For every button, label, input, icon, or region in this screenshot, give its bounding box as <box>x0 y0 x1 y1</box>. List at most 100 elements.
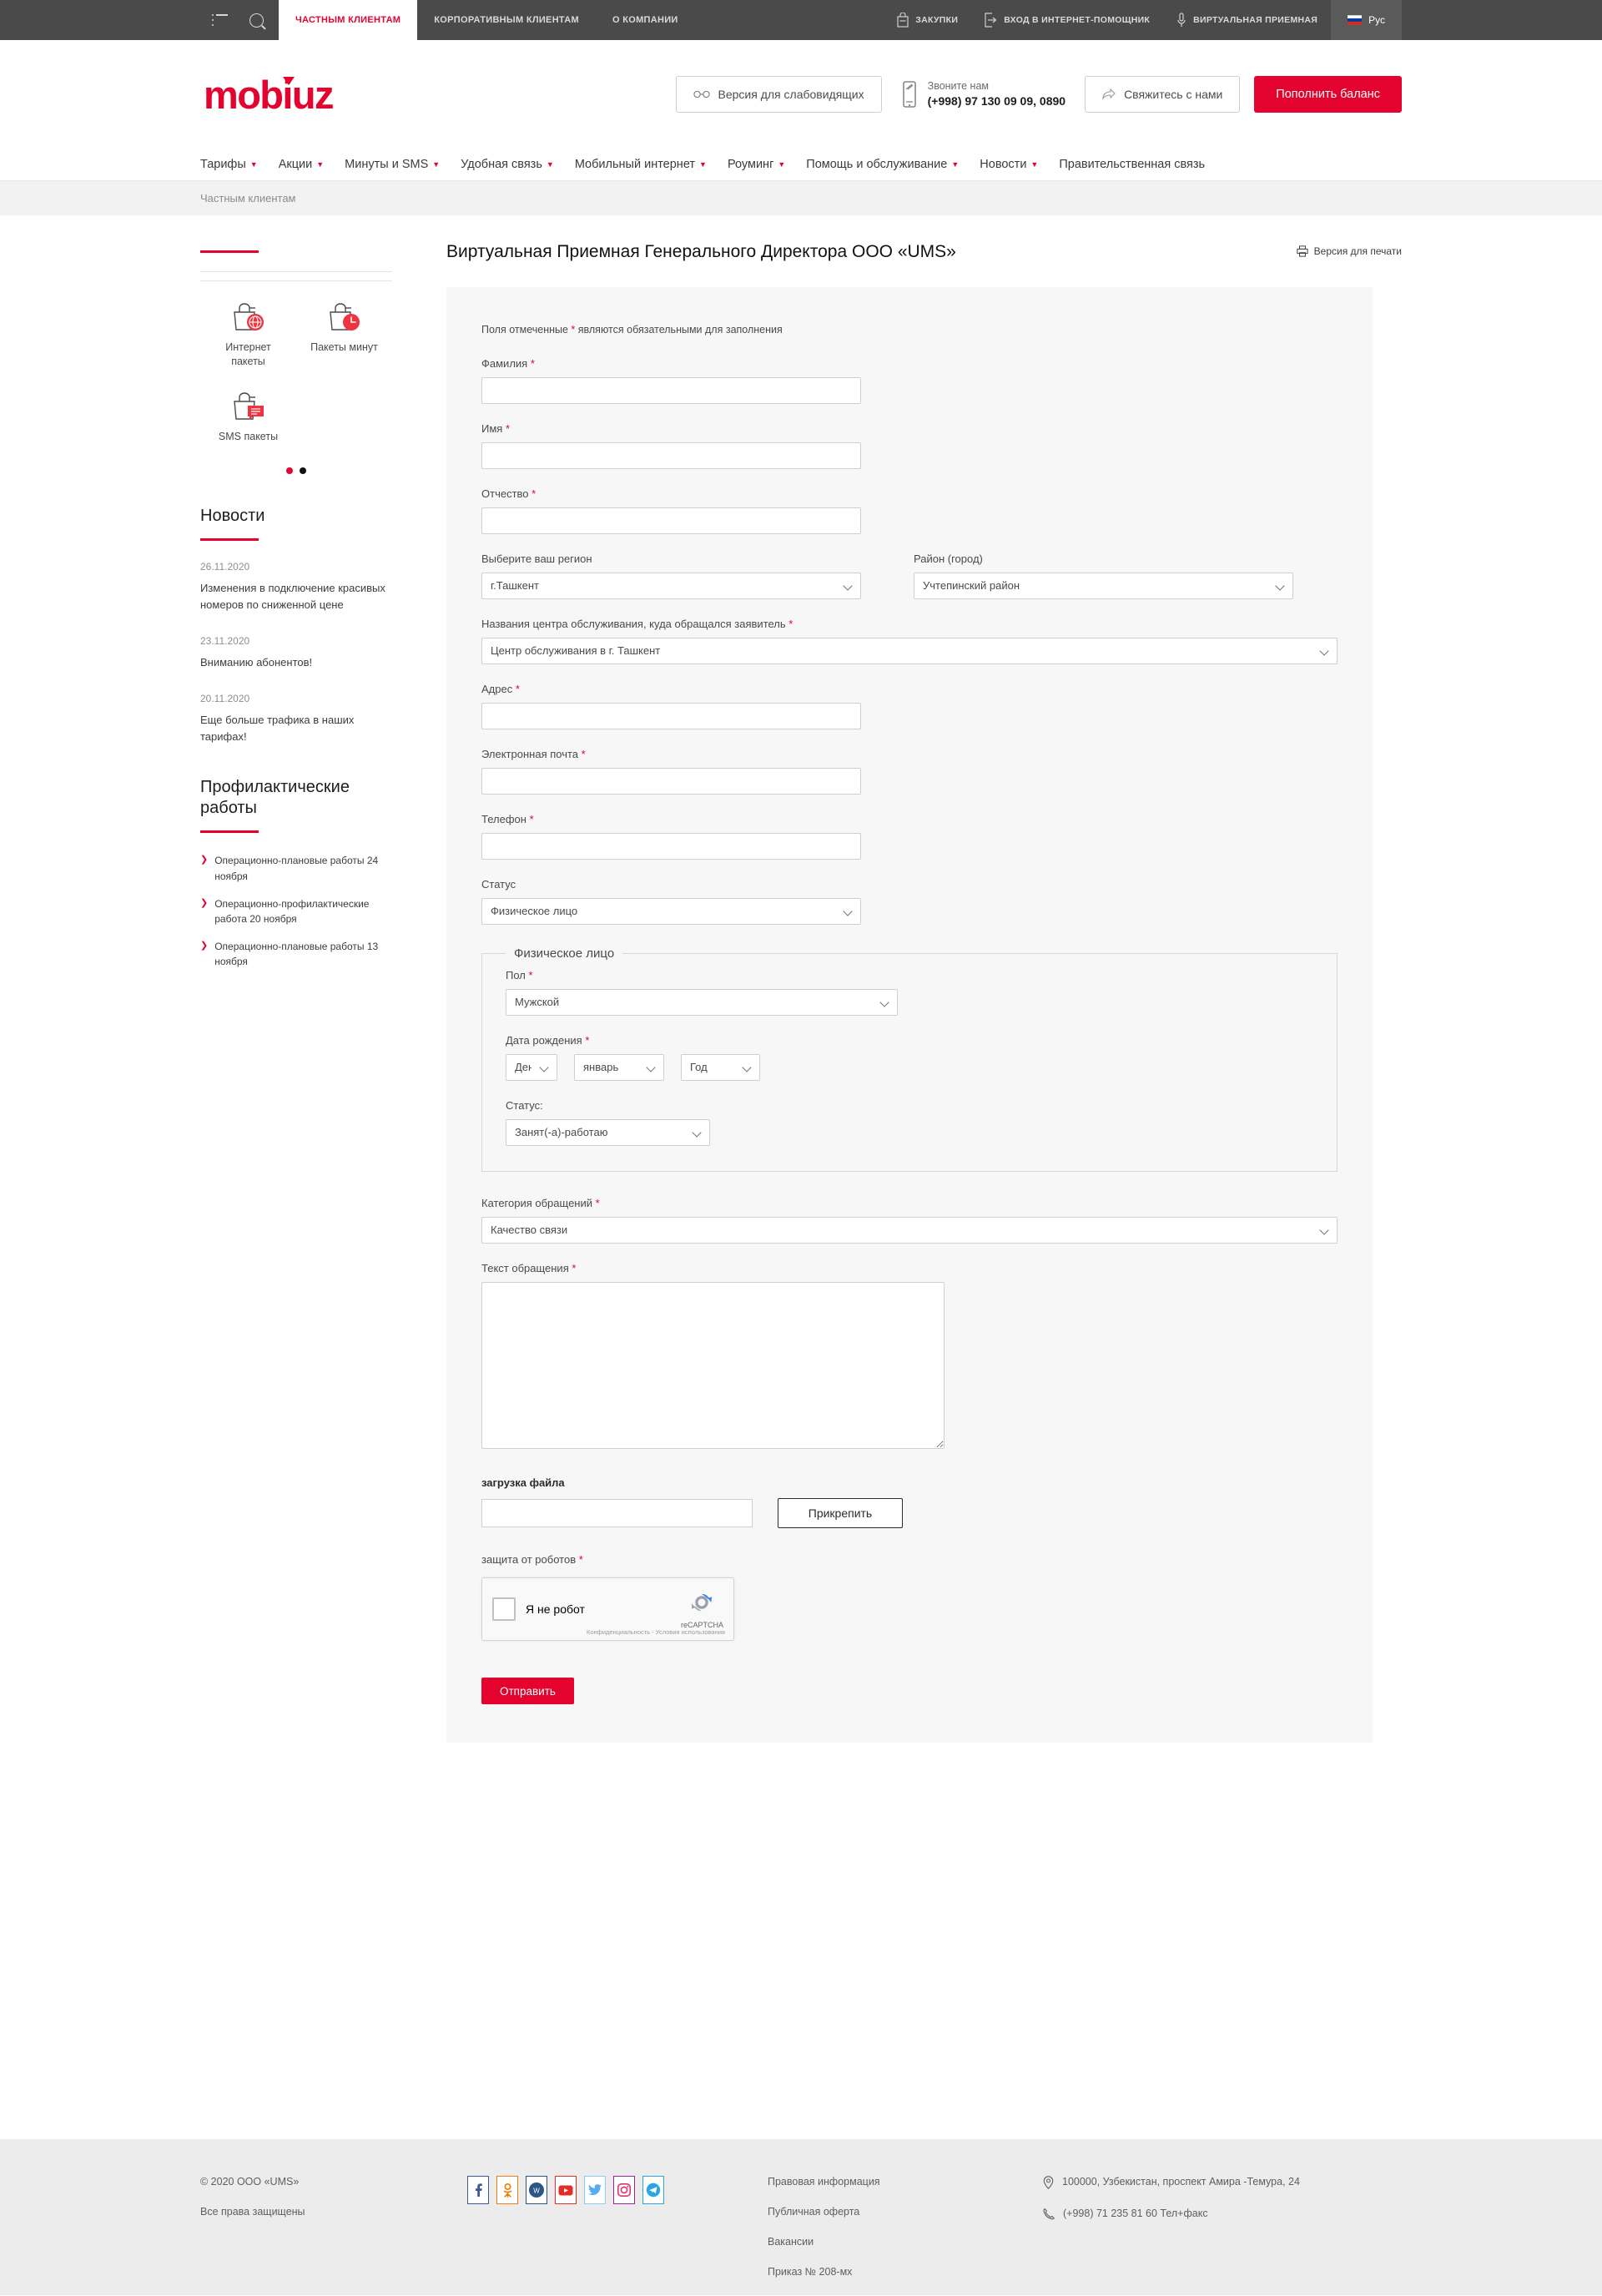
nav-item-news[interactable]: Новости ▼ <box>980 158 1038 171</box>
field-address: Адрес * <box>481 683 1338 729</box>
maintenance-list-item[interactable]: ❯ Операционно-плановые работы 13 ноября <box>200 939 392 970</box>
print-version-link[interactable]: Версия для печати <box>1297 242 1402 257</box>
language-switcher[interactable]: Рус <box>1331 0 1402 40</box>
gender-select[interactable]: Мужской <box>506 989 898 1016</box>
region-select[interactable]: г.Ташкент <box>481 573 861 599</box>
header-phone-number[interactable]: (+998) 97 130 09 09, 0890 <box>928 93 1065 109</box>
address-input[interactable] <box>481 703 861 729</box>
logo-text: mobiuz <box>204 72 334 117</box>
nav-item-mobile-internet[interactable]: Мобильный интернет ▼ <box>575 158 707 171</box>
tab-about-company[interactable]: О КОМПАНИИ <box>596 0 695 40</box>
file-upload-label: загрузка файла <box>481 1476 565 1489</box>
maintenance-list-item[interactable]: ❯ Операционно-плановые работы 24 ноября <box>200 853 392 884</box>
carousel-dot-2[interactable] <box>300 467 306 474</box>
nav-item-government-communication[interactable]: Правительственная связь <box>1059 158 1205 171</box>
promo-minutes-packages[interactable]: Пакеты минут <box>296 301 392 369</box>
call-us-label: Звоните нам <box>927 80 989 93</box>
name-input[interactable] <box>481 442 861 469</box>
region-label: Выберите ваш регион <box>481 553 592 565</box>
nav-item-convenient-communication[interactable]: Удобная связь ▼ <box>461 158 554 171</box>
tab-private-clients[interactable]: ЧАСТНЫМ КЛИЕНТАМ <box>279 0 418 40</box>
telegram-icon[interactable] <box>642 2176 664 2204</box>
dob-day-select[interactable]: День <box>506 1054 557 1081</box>
file-name-input[interactable] <box>481 1499 753 1527</box>
status-select[interactable]: Физическое лицо <box>481 898 861 925</box>
nav-item-tariffs[interactable]: Тарифы ▼ <box>200 158 258 171</box>
carousel-dot-1[interactable] <box>286 467 293 474</box>
news-date: 26.11.2020 <box>200 560 250 573</box>
nav-item-roaming[interactable]: Роуминг ▼ <box>728 158 785 171</box>
captcha-label: защита от роботов * <box>481 1553 1338 1566</box>
news-list-item: 23.11.2020 Вниманию абонентов! <box>200 635 392 671</box>
promo-sms-packages[interactable]: SMS пакеты <box>200 391 296 444</box>
vk-icon[interactable]: W <box>526 2176 547 2204</box>
nav-item-help-service[interactable]: Помощь и обслуживание ▼ <box>806 158 959 171</box>
recaptcha-fineprint[interactable]: Конфиденциальность - Условия использован… <box>587 1628 725 1636</box>
field-region-district-row: Выберите ваш регион г.Ташкент Район (гор… <box>481 553 1338 599</box>
instagram-icon[interactable] <box>613 2176 635 2204</box>
maintenance-list-item[interactable]: ❯ Операционно-профилактические работа 20… <box>200 896 392 927</box>
nav-label: Удобная связь <box>461 158 542 171</box>
field-name: Имя * <box>481 422 1338 469</box>
field-captcha: защита от роботов * Я не робот reCAPTCHA <box>481 1553 1338 1641</box>
promo-carousel: Интернет пакеты Пакеты минут SMS пакеты <box>200 301 392 466</box>
footer-link-vacancies[interactable]: Вакансии <box>768 2236 1043 2248</box>
field-status: Статус Физическое лицо <box>481 878 1338 925</box>
surname-input[interactable] <box>481 377 861 404</box>
logo-accent-mark <box>283 76 295 85</box>
topbar-link-procurement[interactable]: ЗАКУПКИ <box>884 0 971 40</box>
accessibility-version-button[interactable]: Версия для слабовидящих <box>675 76 882 113</box>
dob-year-select[interactable]: Год <box>681 1054 760 1081</box>
printer-icon <box>1297 245 1308 257</box>
nav-label: Роуминг <box>727 158 774 171</box>
topbar-link-label: ВХОД В ИНТЕРНЕТ-ПОМОЩНИК <box>1004 15 1151 25</box>
phone-input[interactable] <box>481 833 861 860</box>
news-title[interactable]: Еще больше трафика в наших тарифах! <box>200 712 392 745</box>
dob-month-select[interactable]: январь <box>574 1054 664 1081</box>
news-title[interactable]: Вниманию абонентов! <box>200 654 392 671</box>
category-select-wrap: Качество связи <box>481 1217 1338 1244</box>
required-asterisk: * <box>505 422 511 435</box>
nav-item-promotions[interactable]: Акции ▼ <box>279 158 324 171</box>
odnoklassniki-icon[interactable] <box>496 2176 518 2204</box>
glasses-icon <box>693 90 710 98</box>
patronymic-input[interactable] <box>481 507 861 534</box>
burger-menu-icon[interactable] <box>212 14 228 26</box>
twitter-icon[interactable] <box>584 2176 606 2204</box>
phone-label-text: Телефон <box>481 813 526 825</box>
site-logo[interactable]: mobiuz <box>204 72 334 117</box>
promo-internet-packages[interactable]: Интернет пакеты <box>200 301 296 369</box>
youtube-icon[interactable] <box>555 2176 577 2204</box>
footer-link-order[interactable]: Приказ № 208-мх <box>768 2266 1043 2278</box>
footer-link-legal[interactable]: Правовая информация <box>768 2176 1043 2188</box>
facebook-icon[interactable] <box>467 2176 489 2204</box>
recaptcha-branding: reCAPTCHA <box>681 1590 723 1629</box>
topup-balance-button[interactable]: Пополнить баланс <box>1254 76 1402 113</box>
tab-corporate-clients[interactable]: КОРПОРАТИВНЫМ КЛИЕНТАМ <box>417 0 596 40</box>
virtual-reception-form: Поля отмеченные * являются обязательными… <box>446 287 1373 1743</box>
nav-label: Новости <box>980 158 1027 171</box>
contact-us-button[interactable]: Свяжитесь с нами <box>1085 76 1241 113</box>
email-input[interactable] <box>481 768 861 795</box>
category-select[interactable]: Качество связи <box>481 1217 1338 1244</box>
message-textarea[interactable] <box>481 1282 945 1449</box>
recaptcha-checkbox[interactable] <box>492 1597 516 1621</box>
category-label-text: Категория обращений <box>481 1197 593 1209</box>
news-title[interactable]: Изменения в подключение красивых номеров… <box>200 580 392 613</box>
submit-button[interactable]: Отправить <box>481 1678 574 1704</box>
recaptcha-widget[interactable]: Я не робот reCAPTCHA Конфиденциальность … <box>481 1577 734 1641</box>
nav-item-minutes-sms[interactable]: Минуты и SMS ▼ <box>345 158 440 171</box>
site-header: mobiuz Версия для слабовидящих Звоните н… <box>0 40 1602 149</box>
breadcrumb[interactable]: Частным клиентам <box>200 192 296 204</box>
footer-link-public-offer[interactable]: Публичная оферта <box>768 2206 1043 2218</box>
employment-status-label: Статус: <box>506 1099 543 1112</box>
topbar-link-internet-helper[interactable]: ВХОД В ИНТЕРНЕТ-ПОМОЩНИК <box>971 0 1163 40</box>
attach-file-button[interactable]: Прикрепить <box>778 1498 903 1528</box>
employment-status-select[interactable]: Занят(-а)-работаю <box>506 1119 710 1146</box>
service-center-select[interactable]: Центр обслуживания в г. Ташкент <box>481 638 1338 664</box>
district-select[interactable]: Учтепинский район <box>914 573 1293 599</box>
topbar-link-virtual-reception[interactable]: ВИРТУАЛЬНАЯ ПРИЕМНАЯ <box>1163 0 1331 40</box>
required-asterisk: * <box>581 748 586 760</box>
status-label: Статус <box>481 878 516 891</box>
search-icon[interactable] <box>249 13 264 28</box>
